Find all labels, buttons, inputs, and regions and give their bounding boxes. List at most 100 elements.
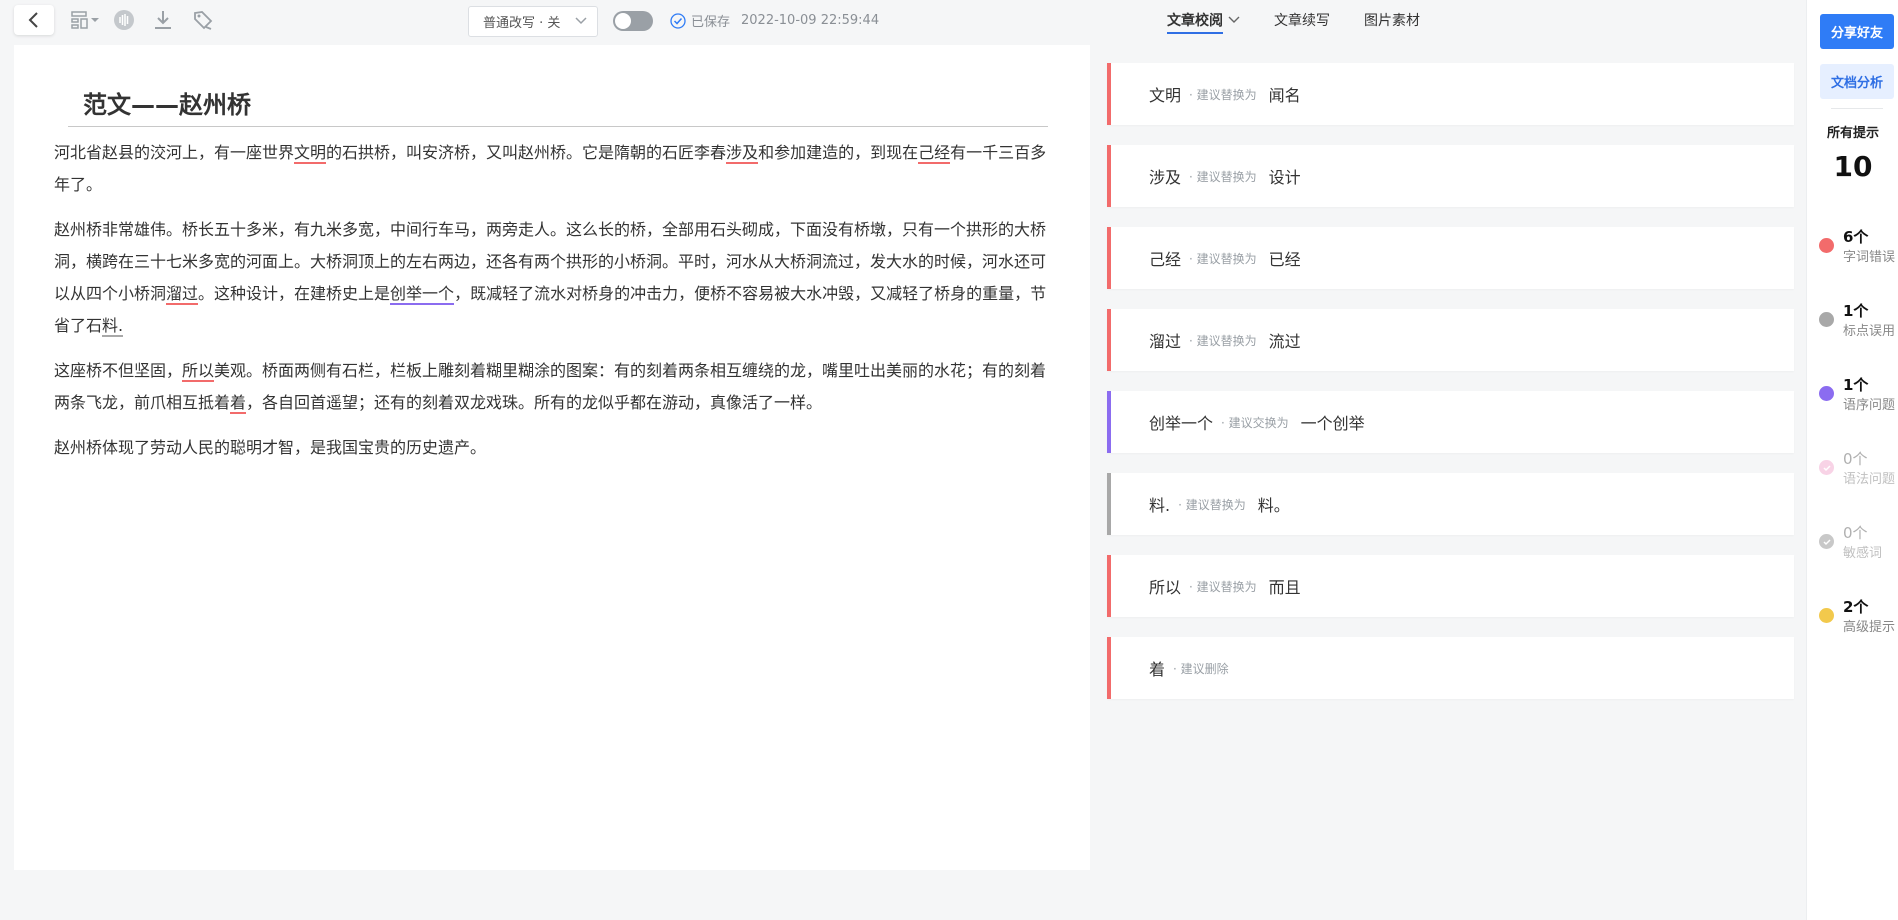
stat-label: 敏感词	[1843, 546, 1883, 561]
tab-proofread[interactable]: 文章校阅	[1167, 10, 1240, 34]
all-hints-count: 10	[1833, 150, 1873, 183]
stat-count: 0个	[1843, 450, 1868, 468]
suggestion-replacement[interactable]: 设计	[1269, 164, 1301, 188]
suggestion-hint: · 建议替换为	[1189, 579, 1257, 594]
suggestion-original: 着	[1149, 660, 1166, 679]
stat-punctuation[interactable]: 1个 标点误用	[1819, 300, 1898, 340]
suggestion-card[interactable]: 着 · 建议删除	[1107, 637, 1794, 699]
red-dot-icon	[1819, 238, 1834, 253]
stat-label: 字词错误	[1843, 250, 1896, 265]
stat-label: 语法问题	[1843, 472, 1896, 487]
stat-label: 语序问题	[1843, 398, 1896, 413]
tab-bar: 文章校阅 文章续写 图片素材	[1167, 10, 1454, 34]
suggestion-card[interactable]: 料. · 建议替换为 料。	[1107, 473, 1794, 535]
stat-label: 高级提示	[1843, 620, 1896, 635]
suggestion-card[interactable]: 所以 · 建议替换为 而且	[1107, 555, 1794, 617]
saved-time: 2022-10-09 22:59:44	[741, 13, 880, 28]
document-editor[interactable]: 范文——赵州桥 河北省赵县的洨河上，有一座世界文明的石拱桥，叫安济桥，又叫赵州桥…	[14, 45, 1090, 870]
punctuation-highlight[interactable]: 料.	[102, 316, 124, 337]
stat-count: 6个	[1843, 228, 1869, 246]
pink-check-icon	[1819, 460, 1834, 475]
suggestion-original: 所以	[1149, 578, 1182, 597]
stat-count: 2个	[1843, 598, 1869, 616]
suggestion-list: 文明 · 建议替换为 闻名 涉及 · 建议替换为 设计 己经 · 建议替换为 已…	[1107, 63, 1794, 719]
error-highlight[interactable]: 己经	[918, 143, 951, 164]
word-order-highlight[interactable]: 创举一个	[390, 284, 455, 305]
suggestion-original: 创举一个	[1149, 414, 1214, 433]
gray-check-icon	[1819, 534, 1834, 549]
suggestion-card[interactable]: 溜过 · 建议替换为 流过	[1107, 309, 1794, 371]
audio-wave-icon[interactable]	[111, 8, 137, 32]
suggestion-replacement[interactable]: 一个创举	[1301, 410, 1365, 434]
text-run: 。这种设计，在建桥史上是	[198, 284, 391, 303]
tab-continue-writing[interactable]: 文章续写	[1274, 10, 1330, 30]
stat-sensitive-words[interactable]: 0个 敏感词	[1819, 522, 1898, 562]
error-highlight[interactable]: 着	[230, 393, 247, 414]
suggestion-original: 文明	[1149, 86, 1182, 105]
suggestion-card[interactable]: 创举一个 · 建议交换为 一个创举	[1107, 391, 1794, 453]
chevron-down-icon	[575, 17, 587, 25]
gray-dot-icon	[1819, 312, 1834, 327]
text-run: ，各自回首遥望；还有的刻着双龙戏珠。所有的龙似乎都在游动，真像活了一样。	[246, 393, 823, 412]
brush-tag-icon[interactable]	[190, 8, 216, 32]
suggestion-replacement[interactable]: 而且	[1269, 574, 1301, 598]
suggestion-card[interactable]: 涉及 · 建议替换为 设计	[1107, 145, 1794, 207]
yellow-dot-icon	[1819, 608, 1834, 623]
paragraph[interactable]: 赵州桥非常雄伟。桥长五十多米，有九米多宽，中间行车马，两旁走人。这么长的桥，全部…	[54, 214, 1054, 342]
error-highlight[interactable]: 文明	[294, 143, 327, 164]
suggestion-replacement[interactable]: 料。	[1258, 492, 1290, 516]
share-button[interactable]: 分享好友	[1820, 14, 1894, 49]
back-button[interactable]	[14, 5, 54, 35]
error-highlight[interactable]: 所以	[182, 361, 215, 382]
tab-image-assets[interactable]: 图片素材	[1364, 10, 1420, 30]
error-highlight[interactable]: 涉及	[726, 143, 759, 164]
suggestion-hint: · 建议删除	[1173, 661, 1229, 676]
suggestion-card[interactable]: 己经 · 建议替换为 已经	[1107, 227, 1794, 289]
tab-label: 文章续写	[1274, 13, 1330, 29]
rewrite-toggle[interactable]	[613, 11, 653, 31]
suggestion-hint: · 建议交换为	[1221, 415, 1289, 430]
stat-advanced[interactable]: 2个 高级提示	[1819, 596, 1898, 636]
suggestion-original: 己经	[1149, 250, 1182, 269]
suggestion-hint: · 建议替换为	[1189, 251, 1257, 266]
purple-dot-icon	[1819, 386, 1834, 401]
suggestion-replacement[interactable]: 已经	[1269, 246, 1301, 270]
text-run: 和参加建造的，到现在	[758, 143, 919, 162]
suggestion-hint: · 建议替换为	[1189, 87, 1257, 102]
document-analysis-button[interactable]: 文档分析	[1820, 64, 1894, 99]
save-status: 已保存 2022-10-09 22:59:44	[670, 11, 879, 30]
suggestion-original: 涉及	[1149, 168, 1182, 187]
document-title[interactable]: 范文——赵州桥	[68, 85, 1048, 127]
error-highlight[interactable]: 溜过	[166, 284, 199, 305]
text-run: 这座桥不但坚固，	[54, 361, 183, 380]
rewrite-mode-select[interactable]: 普通改写 · 关	[468, 6, 598, 37]
stat-grammar[interactable]: 0个 语法问题	[1819, 448, 1898, 488]
chevron-down-icon	[1228, 16, 1240, 23]
stat-count: 0个	[1843, 524, 1868, 542]
paragraph[interactable]: 这座桥不但坚固，所以美观。桥面两侧有石栏，栏板上雕刻着糊里糊涂的图案：有的刻着两…	[54, 355, 1054, 419]
check-circle-icon	[670, 12, 686, 29]
top-toolbar: 普通改写 · 关 已保存 2022-10-09 22:59:44 文章校阅 文章…	[0, 0, 1806, 42]
stat-label: 标点误用	[1843, 324, 1896, 339]
suggestion-hint: · 建议替换为	[1189, 169, 1257, 184]
all-hints-label: 所有提示	[1826, 126, 1879, 141]
paragraph[interactable]: 赵州桥体现了劳动人民的聪明才智，是我国宝贵的历史遗产。	[54, 432, 1054, 464]
saved-label: 已保存	[691, 15, 731, 30]
tab-label: 文章校阅	[1167, 13, 1223, 29]
right-rail: 分享好友 文档分析 所有提示 10 6个 字词错误 1个 标点误用 1个 语序问…	[1806, 0, 1898, 920]
suggestion-hint: · 建议替换为	[1189, 333, 1257, 348]
suggestion-replacement[interactable]: 流过	[1269, 328, 1301, 352]
layout-menu-icon[interactable]	[70, 8, 102, 32]
suggestion-original: 料.	[1149, 496, 1171, 515]
stat-word-errors[interactable]: 6个 字词错误	[1819, 226, 1898, 266]
suggestion-original: 溜过	[1149, 332, 1182, 351]
suggestion-replacement[interactable]: 闻名	[1269, 82, 1301, 106]
suggestion-card[interactable]: 文明 · 建议替换为 闻名	[1107, 63, 1794, 125]
stat-word-order[interactable]: 1个 语序问题	[1819, 374, 1898, 414]
divider	[1831, 108, 1883, 109]
download-icon[interactable]	[150, 8, 176, 32]
paragraph[interactable]: 河北省赵县的洨河上，有一座世界文明的石拱桥，叫安济桥，又叫赵州桥。它是隋朝的石匠…	[54, 137, 1054, 201]
document-body[interactable]: 河北省赵县的洨河上，有一座世界文明的石拱桥，叫安济桥，又叫赵州桥。它是隋朝的石匠…	[54, 137, 1054, 477]
text-run: 河北省赵县的洨河上，有一座世界	[54, 143, 295, 162]
suggestion-hint: · 建议替换为	[1178, 497, 1246, 512]
